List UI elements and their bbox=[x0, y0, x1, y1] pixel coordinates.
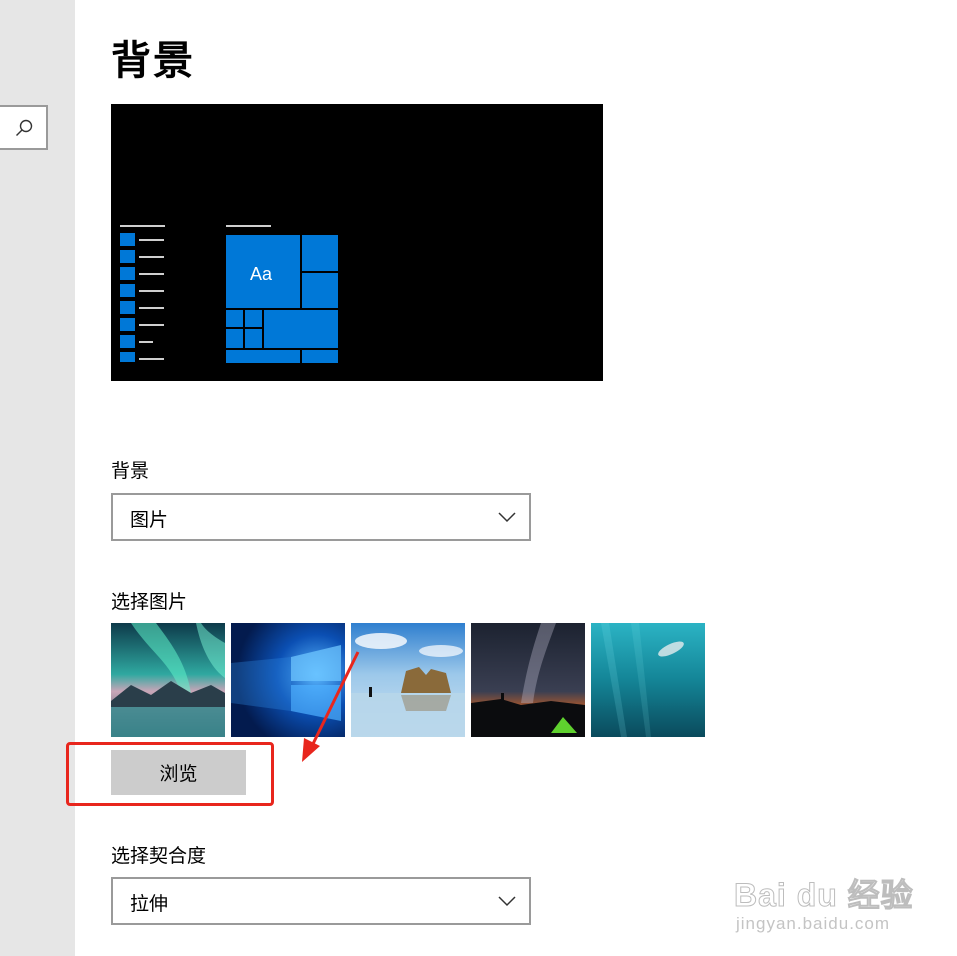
search-box[interactable] bbox=[0, 105, 48, 150]
watermark-url: jingyan.baidu.com bbox=[736, 914, 891, 933]
page-title: 背景 bbox=[111, 38, 195, 84]
background-dropdown[interactable]: 图片 bbox=[111, 493, 531, 541]
sidebar bbox=[0, 0, 75, 956]
chevron-down-icon bbox=[498, 512, 516, 523]
choose-picture-label: 选择图片 bbox=[111, 591, 188, 613]
search-icon bbox=[16, 119, 33, 136]
tile-text: Aa bbox=[250, 264, 273, 284]
thumbnail-beach[interactable] bbox=[351, 623, 465, 737]
background-dropdown-value: 图片 bbox=[130, 509, 169, 531]
watermark-logo: Bai du 经验 bbox=[734, 877, 914, 914]
annotation-highlight-box bbox=[66, 742, 274, 806]
fit-label: 选择契合度 bbox=[111, 845, 207, 867]
baidu-watermark: Bai du 经验 jingyan.baidu.com bbox=[730, 852, 940, 942]
fit-dropdown[interactable]: 拉伸 bbox=[111, 877, 531, 925]
fit-dropdown-value: 拉伸 bbox=[130, 893, 169, 915]
chevron-down-icon bbox=[498, 896, 516, 907]
thumbnail-aurora[interactable] bbox=[111, 623, 225, 737]
thumbnail-underwater[interactable] bbox=[591, 623, 705, 737]
thumbnail-night-sky[interactable] bbox=[471, 623, 585, 737]
background-label: 背景 bbox=[111, 460, 150, 482]
annotation-arrow-icon bbox=[302, 651, 360, 762]
background-preview: Aa bbox=[111, 104, 603, 381]
